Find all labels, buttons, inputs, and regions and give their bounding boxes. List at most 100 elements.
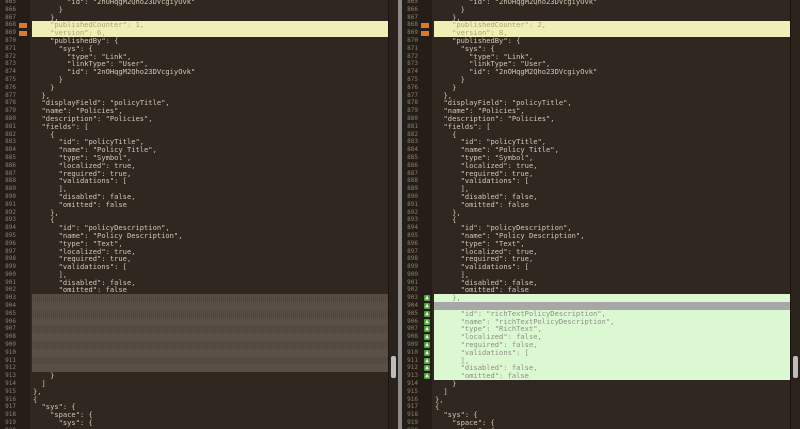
left-code-line[interactable]: 897 "localized": true, (0, 247, 388, 256)
right-editor-pane[interactable]: 865 "id": "2nOHqgM2Qho23DVcgiyOvk" 866 } 8… (402, 0, 800, 429)
left-scrollbar-thumb[interactable] (391, 356, 396, 378)
code-text[interactable] (32, 317, 388, 326)
code-text[interactable]: "description": "Policies", (434, 115, 790, 123)
left-code-line[interactable]: 904 (0, 302, 388, 310)
code-text[interactable]: "validations": [ (434, 177, 790, 185)
add-marker-icon[interactable]: ▲ (424, 373, 430, 380)
code-text[interactable]: } (32, 372, 388, 380)
left-code-line[interactable]: 882 { (0, 130, 388, 139)
left-code-line[interactable]: 887 "required": true, (0, 169, 388, 178)
code-text[interactable]: }, (32, 14, 388, 22)
code-text[interactable]: "disabled": false, (434, 364, 790, 373)
code-text[interactable]: ], (434, 356, 790, 365)
code-text[interactable]: "linkType": "User", (434, 60, 790, 68)
left-code-line[interactable]: 884 "name": "Policy Title", (0, 146, 388, 154)
code-text[interactable]: "validations": [ (32, 177, 388, 185)
code-text[interactable]: "required": true, (434, 255, 790, 263)
right-code-line[interactable]: 889 ], (402, 185, 790, 193)
code-text[interactable]: "disabled": false, (434, 279, 790, 287)
code-text[interactable]: ], (434, 271, 790, 279)
code-text[interactable]: "sys": { (434, 411, 790, 419)
code-text[interactable]: "sys": { (434, 45, 790, 53)
left-code-line[interactable]: 866 } (0, 5, 388, 14)
add-marker-icon[interactable]: ▲ (424, 334, 430, 341)
code-text[interactable]: } (32, 6, 388, 14)
code-text[interactable] (32, 341, 388, 349)
code-text[interactable]: "name": "richTextPolicyDescription", (434, 317, 790, 326)
left-code-line[interactable]: 871 "sys": { (0, 44, 388, 53)
code-text[interactable]: "omitted": false (434, 372, 790, 381)
change-marker-icon[interactable] (19, 23, 27, 29)
left-code-line[interactable]: 912 (0, 364, 388, 373)
code-text[interactable]: "space": { (32, 411, 388, 419)
left-code-line[interactable]: 900 ], (0, 270, 388, 279)
right-code-line[interactable]: 919 "space": { (402, 419, 790, 427)
change-marker-icon[interactable] (19, 31, 27, 37)
code-text[interactable] (32, 348, 388, 357)
code-text[interactable]: "localized": false, (434, 333, 790, 342)
right-code-line[interactable]: 898 "required": true, (402, 255, 790, 264)
add-marker-icon[interactable]: ▲ (424, 326, 430, 333)
right-code-line[interactable]: 892 }, (402, 208, 790, 217)
right-code-line[interactable]: 916}, (402, 395, 790, 404)
add-marker-icon[interactable]: ▲ (424, 342, 430, 349)
right-code-line[interactable]: 883 "id": "policyTitle", (402, 138, 790, 147)
right-code-line[interactable]: 887 "required": true, (402, 169, 790, 178)
left-code-line[interactable]: 873 "linkType": "User", (0, 60, 388, 69)
code-text[interactable]: "publishedBy": { (434, 37, 790, 45)
code-text[interactable]: } (434, 380, 790, 388)
code-text[interactable]: "id": "richTextPolicyDescription", (434, 309, 790, 318)
code-text[interactable] (32, 302, 388, 310)
add-marker-icon[interactable]: ▲ (424, 303, 430, 310)
code-text[interactable]: "id": "policyDescription", (434, 224, 790, 232)
code-text[interactable]: { (434, 403, 790, 411)
code-text[interactable]: "sys": { (32, 45, 388, 53)
right-code-line[interactable]: 873 "linkType": "User", (402, 60, 790, 69)
right-code-line[interactable]: 909 ▲ "required": false, (402, 341, 790, 349)
right-code-line[interactable]: 893 { (402, 216, 790, 225)
right-code-line[interactable]: 899 "validations": [ (402, 263, 790, 271)
left-code-line[interactable]: 874 "id": "2nOHqgM2Qho23DVcgiyOvk" (0, 68, 388, 76)
code-text[interactable]: "localized": true, (32, 162, 388, 170)
code-text[interactable]: { (434, 131, 790, 139)
right-code-line[interactable]: 885 "type": "Symbol", (402, 153, 790, 162)
right-code-line[interactable]: 881 "fields": [ (402, 122, 790, 131)
add-marker-icon[interactable]: ▲ (424, 349, 430, 356)
code-text[interactable]: }, (32, 209, 388, 217)
code-text[interactable]: }, (434, 14, 790, 22)
right-scrollbar-thumb[interactable] (793, 356, 798, 378)
left-code-line[interactable]: 878 "displayField": "policyTitle", (0, 99, 388, 108)
code-text[interactable]: { (434, 216, 790, 224)
left-code-line[interactable]: 891 "omitted": false (0, 200, 388, 209)
code-text[interactable]: { (32, 396, 388, 404)
code-text[interactable]: "omitted": false (32, 286, 388, 294)
left-code-line[interactable]: 909 (0, 341, 388, 349)
code-text[interactable]: ], (32, 271, 388, 279)
code-text[interactable]: "linkType": "User", (32, 60, 388, 68)
code-text[interactable] (32, 333, 388, 342)
left-code-line[interactable]: 916 { (0, 395, 388, 404)
code-text[interactable]: "name": "Policies", (32, 107, 388, 115)
code-text[interactable]: "localized": true, (32, 248, 388, 256)
code-text[interactable]: "id": "2nOHqgM2Qho23DVcgiyOvk" (32, 68, 388, 76)
add-marker-icon[interactable]: ▲ (424, 365, 430, 372)
code-text[interactable]: "fields": [ (32, 123, 388, 131)
add-marker-icon[interactable]: ▲ (424, 310, 430, 317)
code-text[interactable]: "validations": [ (434, 263, 790, 271)
right-code-line[interactable]: 908 ▲ "localized": false, (402, 333, 790, 342)
code-text[interactable]: }, (32, 92, 388, 100)
left-code-line[interactable]: 880 "description": "Policies", (0, 114, 388, 123)
right-code-line[interactable]: 880 "description": "Policies", (402, 114, 790, 123)
right-scrollbar[interactable] (790, 0, 800, 429)
code-text[interactable]: } (32, 84, 388, 92)
left-code-line[interactable]: 869 "version": 6, (0, 29, 388, 37)
code-text[interactable]: "required": true, (434, 170, 790, 178)
left-code-line[interactable]: 906 (0, 317, 388, 326)
right-code-line[interactable]: 868 "publishedCounter": 2, (402, 21, 790, 30)
code-text[interactable]: "omitted": false (434, 201, 790, 209)
right-code-line[interactable]: 888 "validations": [ (402, 177, 790, 186)
right-code-line[interactable]: 877 }, (402, 91, 790, 100)
code-text[interactable]: "description": "Policies", (32, 115, 388, 123)
code-text[interactable]: { (32, 131, 388, 139)
code-text[interactable]: }, (434, 396, 790, 404)
